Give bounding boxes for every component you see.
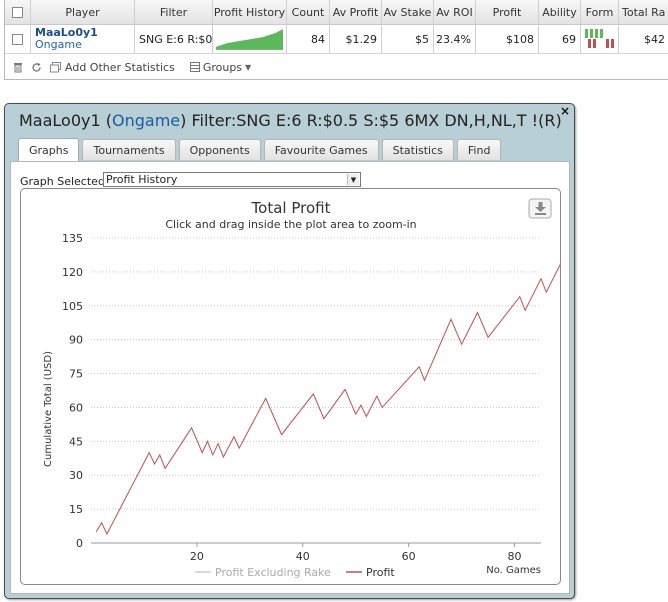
tab-opponents[interactable]: Opponents	[178, 139, 261, 160]
y-tick-label: 105	[62, 300, 83, 313]
tab-tournaments[interactable]: Tournaments	[82, 139, 176, 160]
title-filter: Filter:SNG E:6 R:$0.5 S:$5 6MX DN,H,NL,T…	[191, 111, 562, 130]
row-select-cell	[5, 25, 31, 53]
header-form[interactable]: Form	[581, 0, 619, 24]
header-total-rake[interactable]: Total Ra	[619, 0, 668, 24]
refresh-icon	[30, 61, 43, 74]
count-value: 84	[287, 25, 330, 53]
av-profit-value: $1.29	[330, 25, 382, 53]
window-title: MaaLo0y1 (Ongame) Filter:SNG E:6 R:$0.5 …	[19, 111, 562, 130]
header-av-profit[interactable]: Av Profit	[330, 0, 382, 24]
graph-select-value: Profit History	[106, 173, 178, 186]
groups-button[interactable]: Groups ▼	[189, 61, 251, 74]
legend-label-profit: Profit	[366, 566, 395, 579]
total-rake-value: $42	[644, 32, 665, 46]
sparkline-area	[216, 29, 283, 50]
table-row[interactable]: MaaLo0y1 Ongame SNG E:6 R:$0 84 $1.29 $5…	[5, 25, 668, 54]
row-checkbox[interactable]	[12, 33, 23, 45]
stats-header-row: Player Filter Profit History Count Av Pr…	[5, 0, 668, 25]
chevron-down-icon: ▼	[347, 174, 359, 185]
download-button[interactable]	[528, 198, 552, 219]
title-close-paren: )	[180, 111, 187, 130]
header-profit[interactable]: Profit	[476, 0, 539, 24]
y-tick-label: 45	[69, 435, 83, 448]
add-other-statistics-label: Add Other Statistics	[65, 60, 175, 74]
trash-icon	[11, 61, 24, 74]
graph-selected-label: Graph Selected:	[20, 175, 109, 188]
legend-item-profit-excluding-rake[interactable]: Profit Excluding Rake	[195, 566, 331, 579]
title-site-link[interactable]: Ongame	[112, 111, 180, 130]
y-tick-label: 15	[69, 503, 83, 516]
form-bars	[585, 29, 614, 48]
y-tick-label: 120	[62, 266, 83, 279]
stats-toolbar: Add Other Statistics Groups ▼	[5, 55, 668, 79]
player-site-link[interactable]: Ongame	[35, 39, 82, 51]
legend-item-profit[interactable]: Profit	[346, 566, 395, 579]
profit-chart[interactable]: Total Profit Click and drag inside the p…	[21, 189, 574, 584]
profit-value: $108	[476, 25, 539, 53]
y-tick-label: 0	[76, 537, 83, 550]
x-tick-label: 40	[296, 550, 310, 563]
y-tick-label: 30	[69, 469, 83, 482]
x-tick-label: 60	[402, 550, 416, 563]
y-tick-label: 135	[62, 232, 83, 245]
add-other-statistics-button[interactable]: Add Other Statistics	[49, 61, 175, 74]
header-count[interactable]: Count	[287, 0, 330, 24]
header-profit-history[interactable]: Profit History	[213, 0, 287, 24]
close-icon[interactable]: ×	[560, 104, 570, 118]
tab-find[interactable]: Find	[456, 139, 502, 160]
delete-button[interactable]	[11, 61, 24, 74]
sparkline-chart	[216, 29, 283, 50]
chart-title: Total Profit	[251, 199, 331, 217]
stats-table: Player Filter Profit History Count Av Pr…	[4, 0, 668, 80]
x-tick-label: 80	[508, 550, 522, 563]
tab-favourite-games[interactable]: Favourite Games	[263, 139, 379, 160]
chart-subtitle: Click and drag inside the plot area to z…	[165, 218, 416, 231]
select-all-checkbox[interactable]	[12, 6, 23, 18]
x-tick-label: 20	[190, 550, 204, 563]
groups-icon	[189, 61, 202, 74]
header-select-all-cell	[5, 0, 31, 24]
groups-label: Groups	[202, 60, 243, 74]
profit-history-sparkline	[213, 25, 287, 53]
y-axis-label: Cumulative Total (USD)	[43, 351, 54, 467]
tab-graphs[interactable]: Graphs	[18, 138, 80, 161]
av-stake-value: $5	[382, 25, 434, 53]
profit-series-line	[95, 259, 574, 536]
add-stats-icon	[49, 61, 62, 74]
y-tick-label: 90	[69, 334, 83, 347]
legend-label-profit-excluding-rake: Profit Excluding Rake	[215, 566, 331, 579]
chart-container: Total Profit Click and drag inside the p…	[20, 188, 574, 585]
player-stats-window: MaaLo0y1 (Ongame) Filter:SNG E:6 R:$0.5 …	[4, 103, 575, 599]
window-tabs: Graphs Tournaments Opponents Favourite G…	[18, 138, 504, 161]
graph-select-dropdown[interactable]: Profit History ▼	[103, 172, 361, 187]
header-filter[interactable]: Filter	[135, 0, 213, 24]
title-player: MaaLo0y1	[19, 111, 101, 130]
header-player[interactable]: Player	[31, 0, 135, 24]
header-av-stake[interactable]: Av Stake	[382, 0, 434, 24]
av-roi-value: 23.4%	[434, 25, 476, 53]
graphs-panel: Graph Selected: Profit History ▼ Total P…	[10, 161, 574, 594]
refresh-button[interactable]	[30, 61, 43, 74]
header-av-roi[interactable]: Av ROI	[434, 0, 476, 24]
y-tick-label: 75	[69, 368, 83, 381]
form-indicator	[581, 25, 619, 53]
x-axis-label: No. Games	[486, 565, 541, 576]
player-cell: MaaLo0y1 Ongame	[31, 25, 135, 53]
y-tick-label: 60	[69, 401, 83, 414]
header-ability[interactable]: Ability	[539, 0, 581, 24]
filter-value: SNG E:6 R:$0	[135, 25, 213, 53]
ability-value: 69	[539, 25, 581, 53]
chevron-down-icon: ▼	[245, 62, 252, 72]
chart-legend: Profit Excluding Rake Profit	[195, 566, 395, 579]
tab-statistics[interactable]: Statistics	[381, 139, 454, 160]
